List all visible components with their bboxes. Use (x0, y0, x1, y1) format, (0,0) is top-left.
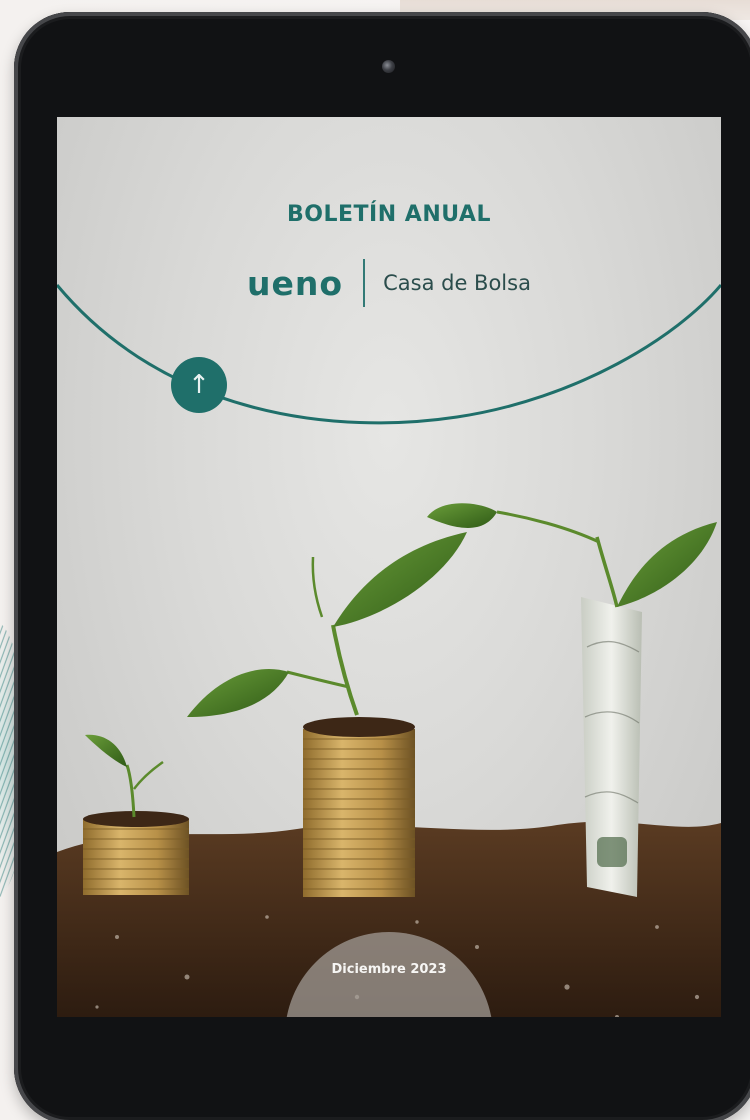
tablet-screen: BOLETÍN ANUAL ueno Casa de Bolsa ↑ Dicie… (57, 117, 721, 1017)
tablet-device: BOLETÍN ANUAL ueno Casa de Bolsa ↑ Dicie… (14, 12, 750, 1120)
cover-title: BOLETÍN ANUAL (287, 202, 491, 227)
cover-date: Diciembre 2023 (331, 962, 447, 977)
scroll-up-button[interactable]: ↑ (171, 357, 227, 413)
brand-divider (363, 259, 366, 307)
brand-logo: ueno (247, 263, 344, 303)
brand-subtitle: Casa de Bolsa (383, 271, 531, 295)
arrow-up-icon: ↑ (188, 370, 210, 400)
scene-background: BOLETÍN ANUAL ueno Casa de Bolsa ↑ Dicie… (0, 0, 750, 1120)
camera-icon (382, 60, 395, 73)
decorative-arc (57, 284, 721, 425)
brand-lockup: ueno Casa de Bolsa (57, 259, 721, 307)
